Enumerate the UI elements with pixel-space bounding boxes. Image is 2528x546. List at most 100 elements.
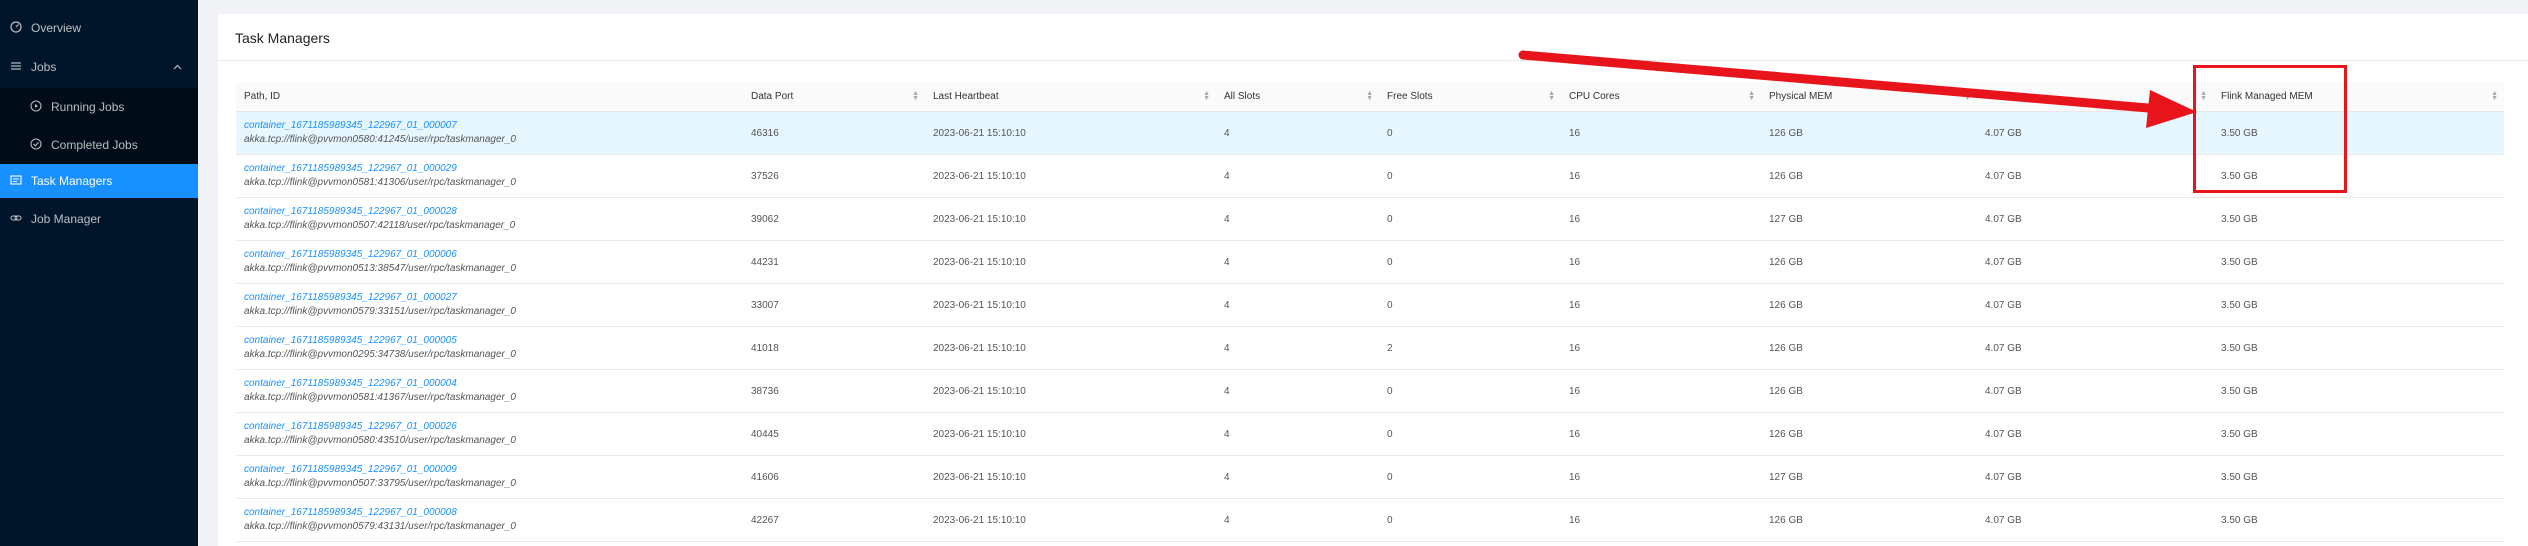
table-row[interactable]: container_1671185989345_122967_01_000005… xyxy=(236,326,2504,370)
jvm-heap-cell: 4.07 GB xyxy=(1977,498,2213,542)
header-cpu-cores-label: CPU Cores xyxy=(1569,91,1620,102)
data-port-cell: 40445 xyxy=(743,412,925,456)
all-slots-cell: 4 xyxy=(1216,412,1379,456)
last-heartbeat-cell: 2023-06-21 15:10:10 xyxy=(925,326,1216,370)
nav-job-manager[interactable]: Job Manager xyxy=(0,202,198,236)
chevron-up-icon xyxy=(173,61,182,75)
sort-icon[interactable]: ▲ ▼ xyxy=(912,90,919,102)
header-jvm-heap[interactable]: ▲ ▼ xyxy=(1977,82,2213,112)
cpu-cores-cell: 16 xyxy=(1561,154,1761,198)
path-id-cell: container_1671185989345_122967_01_000007… xyxy=(236,111,743,155)
jvm-heap-cell: 4.07 GB xyxy=(1977,412,2213,456)
table-row[interactable]: container_1671185989345_122967_01_000026… xyxy=(236,412,2504,456)
data-port-cell: 41606 xyxy=(743,455,925,499)
nav-task-managers-label: Task Managers xyxy=(31,174,113,188)
sort-icon[interactable]: ▲ ▼ xyxy=(2491,90,2498,102)
cpu-cores-cell: 16 xyxy=(1561,498,1761,542)
header-physical-mem[interactable]: Physical MEM ▲ ▼ xyxy=(1761,82,1977,112)
physical-mem-cell: 127 GB xyxy=(1761,455,1977,499)
jvm-heap-cell: 4.07 GB xyxy=(1977,197,2213,241)
nav-overview[interactable]: Overview xyxy=(0,11,198,45)
table-row[interactable]: container_1671185989345_122967_01_000007… xyxy=(236,111,2504,155)
job-manager-icon xyxy=(10,212,24,226)
physical-mem-cell: 126 GB xyxy=(1761,154,1977,198)
container-id-link[interactable]: container_1671185989345_122967_01_000027 xyxy=(244,291,743,305)
nav-jobs[interactable]: Jobs xyxy=(0,50,198,84)
nav-jobs-label: Jobs xyxy=(31,60,57,74)
physical-mem-cell: 126 GB xyxy=(1761,326,1977,370)
all-slots-cell: 4 xyxy=(1216,240,1379,284)
all-slots-cell: 4 xyxy=(1216,498,1379,542)
physical-mem-cell: 127 GB xyxy=(1761,197,1977,241)
header-last-heartbeat[interactable]: Last Heartbeat ▲ ▼ xyxy=(925,82,1216,112)
free-slots-cell: 0 xyxy=(1379,369,1561,413)
container-id-link[interactable]: container_1671185989345_122967_01_000007 xyxy=(244,119,743,133)
last-heartbeat-cell: 2023-06-21 15:10:10 xyxy=(925,154,1216,198)
jvm-heap-cell: 4.07 GB xyxy=(1977,369,2213,413)
data-port-cell: 41018 xyxy=(743,326,925,370)
table-header-row: Path, ID Data Port ▲ ▼ Last Heartbeat ▲ ▼ All S… xyxy=(236,82,2504,112)
physical-mem-cell: 126 GB xyxy=(1761,412,1977,456)
physical-mem-cell: 126 GB xyxy=(1761,240,1977,284)
header-cpu-cores[interactable]: CPU Cores ▲ ▼ xyxy=(1561,82,1761,112)
table-row[interactable]: container_1671185989345_122967_01_000008… xyxy=(236,498,2504,542)
cpu-cores-cell: 16 xyxy=(1561,197,1761,241)
table-row[interactable]: container_1671185989345_122967_01_000006… xyxy=(236,240,2504,284)
annotation-highlight-box xyxy=(2193,65,2347,193)
sort-icon[interactable]: ▲ ▼ xyxy=(1366,90,1373,102)
nav-completed-jobs[interactable]: Completed Jobs xyxy=(0,126,198,164)
data-port-cell: 33007 xyxy=(743,283,925,327)
sort-icon[interactable]: ▲ ▼ xyxy=(1203,90,1210,102)
sort-icon[interactable]: ▲ ▼ xyxy=(1748,90,1755,102)
physical-mem-cell: 126 GB xyxy=(1761,111,1977,155)
header-all-slots[interactable]: All Slots ▲ ▼ xyxy=(1216,82,1379,112)
cpu-cores-cell: 16 xyxy=(1561,412,1761,456)
nav-job-manager-label: Job Manager xyxy=(31,212,102,226)
table-row[interactable]: container_1671185989345_122967_01_000028… xyxy=(236,197,2504,241)
free-slots-cell: 2 xyxy=(1379,326,1561,370)
path-id-cell: container_1671185989345_122967_01_000008… xyxy=(236,498,743,542)
header-free-slots[interactable]: Free Slots ▲ ▼ xyxy=(1379,82,1561,112)
header-data-port-label: Data Port xyxy=(751,91,794,102)
cpu-cores-cell: 16 xyxy=(1561,455,1761,499)
all-slots-cell: 4 xyxy=(1216,283,1379,327)
play-circle-icon xyxy=(30,100,44,114)
container-id-link[interactable]: container_1671185989345_122967_01_000026 xyxy=(244,420,743,434)
akka-path-text: akka.tcp://flink@pvvmon0581:41306/user/r… xyxy=(244,177,516,188)
table-row[interactable]: container_1671185989345_122967_01_000029… xyxy=(236,154,2504,198)
akka-path-text: akka.tcp://flink@pvvmon0295:34738/user/r… xyxy=(244,349,516,360)
header-path-id[interactable]: Path, ID xyxy=(236,82,743,112)
nav-task-managers[interactable]: Task Managers xyxy=(0,164,198,198)
all-slots-cell: 4 xyxy=(1216,326,1379,370)
table-row[interactable]: container_1671185989345_122967_01_000009… xyxy=(236,455,2504,499)
jvm-heap-cell: 4.07 GB xyxy=(1977,154,2213,198)
nav-running-jobs[interactable]: Running Jobs xyxy=(0,88,198,126)
container-id-link[interactable]: container_1671185989345_122967_01_000029 xyxy=(244,162,743,176)
last-heartbeat-cell: 2023-06-21 15:10:10 xyxy=(925,111,1216,155)
table-row[interactable]: container_1671185989345_122967_01_000027… xyxy=(236,283,2504,327)
last-heartbeat-cell: 2023-06-21 15:10:10 xyxy=(925,369,1216,413)
container-id-link[interactable]: container_1671185989345_122967_01_000006 xyxy=(244,248,743,262)
container-id-link[interactable]: container_1671185989345_122967_01_000004 xyxy=(244,377,743,391)
title-divider xyxy=(218,60,2528,61)
data-port-cell: 42267 xyxy=(743,498,925,542)
flink-managed-mem-cell: 3.50 GB xyxy=(2213,240,2504,284)
jvm-heap-cell: 4.07 GB xyxy=(1977,240,2213,284)
table-row[interactable]: container_1671185989345_122967_01_000004… xyxy=(236,369,2504,413)
cpu-cores-cell: 16 xyxy=(1561,326,1761,370)
container-id-link[interactable]: container_1671185989345_122967_01_000005 xyxy=(244,334,743,348)
free-slots-cell: 0 xyxy=(1379,240,1561,284)
container-id-link[interactable]: container_1671185989345_122967_01_000009 xyxy=(244,463,743,477)
header-data-port[interactable]: Data Port ▲ ▼ xyxy=(743,82,925,112)
all-slots-cell: 4 xyxy=(1216,154,1379,198)
last-heartbeat-cell: 2023-06-21 15:10:10 xyxy=(925,455,1216,499)
container-id-link[interactable]: container_1671185989345_122967_01_000028 xyxy=(244,205,743,219)
all-slots-cell: 4 xyxy=(1216,369,1379,413)
task-managers-table: Path, ID Data Port ▲ ▼ Last Heartbeat ▲ ▼ All S… xyxy=(236,82,2504,542)
sort-icon[interactable]: ▲ ▼ xyxy=(1548,90,1555,102)
container-id-link[interactable]: container_1671185989345_122967_01_000008 xyxy=(244,506,743,520)
sort-icon[interactable]: ▲ ▼ xyxy=(1964,90,1971,102)
path-id-cell: container_1671185989345_122967_01_000029… xyxy=(236,154,743,198)
check-circle-icon xyxy=(30,138,44,152)
flink-managed-mem-cell: 3.50 GB xyxy=(2213,369,2504,413)
